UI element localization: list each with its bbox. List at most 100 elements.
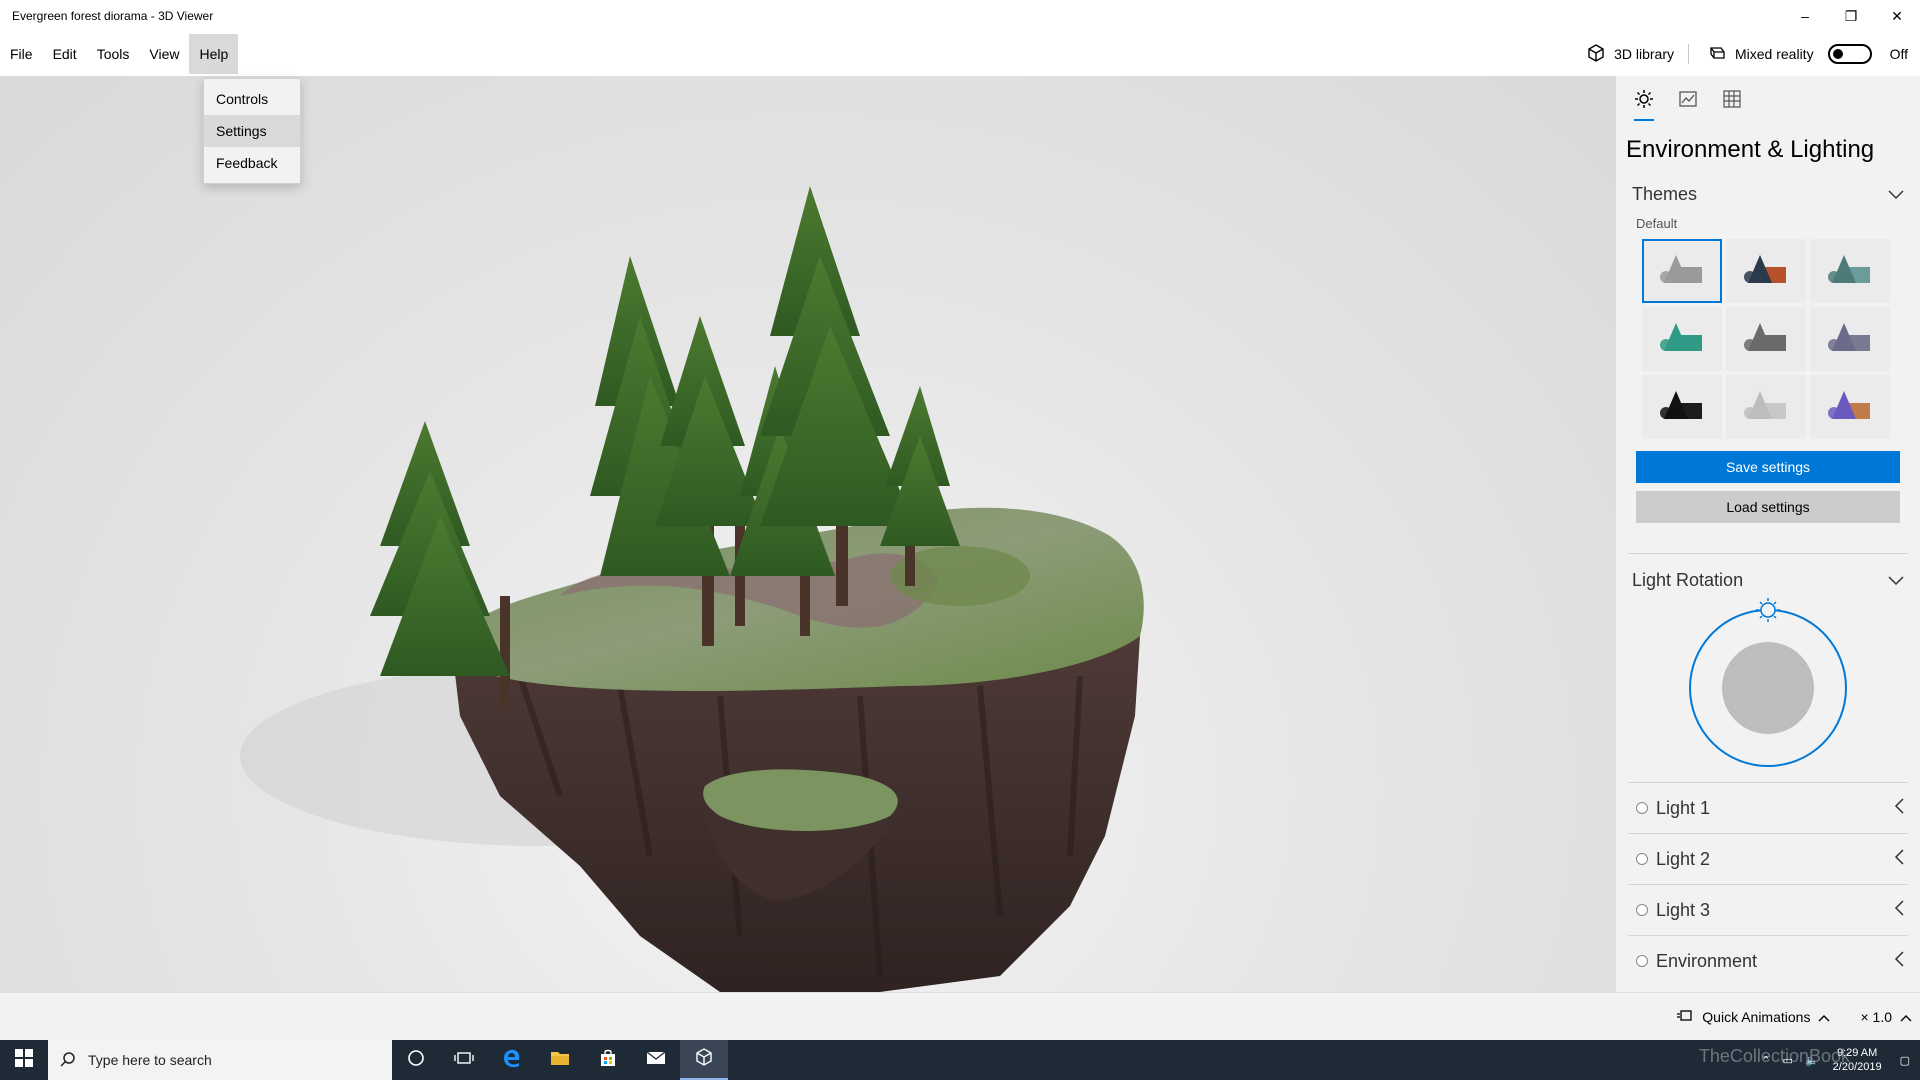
- stats-icon: [1678, 89, 1698, 114]
- system-tray: TheCollectionBook ⌃ ▭ 🔈 9:29 AM 2/20/201…: [1699, 1040, 1920, 1080]
- theme-preview-icon: [1660, 255, 1702, 283]
- header-right: 3D library Mixed reality Off: [1572, 32, 1920, 76]
- menu-edit[interactable]: Edit: [43, 34, 87, 74]
- diorama-scene: [240, 186, 1144, 992]
- mail-icon: [646, 1050, 666, 1071]
- save-settings-button[interactable]: Save settings: [1636, 451, 1900, 483]
- light-2-label: Light 2: [1656, 848, 1711, 869]
- taskbar: Type here to search TheCollectionBook ⌃ …: [0, 1040, 1920, 1080]
- chevron-left-icon: [1894, 950, 1904, 972]
- menu-help[interactable]: Help: [189, 34, 239, 74]
- chevron-up-icon[interactable]: [1900, 1009, 1912, 1025]
- taskbar-search[interactable]: Type here to search: [48, 1040, 392, 1080]
- light-3-row[interactable]: Light 3: [1616, 885, 1920, 935]
- light-2-radio[interactable]: [1636, 853, 1648, 865]
- store-button[interactable]: [584, 1040, 632, 1080]
- chevron-up-icon[interactable]: [1818, 1009, 1830, 1025]
- load-settings-button[interactable]: Load settings: [1636, 491, 1900, 523]
- theme-preview-icon: [1744, 323, 1786, 351]
- menu-feedback[interactable]: Feedback: [204, 147, 300, 179]
- light-rotation-heading: Light Rotation: [1632, 569, 1744, 590]
- theme-swatch[interactable]: [1810, 375, 1890, 439]
- window-title: Evergreen forest diorama - 3D Viewer: [12, 9, 214, 23]
- notification-icon[interactable]: ▢: [1890, 1054, 1920, 1067]
- window-controls: – ❐ ✕: [1782, 0, 1920, 32]
- windows-icon: [15, 1048, 33, 1072]
- environment-radio[interactable]: [1636, 955, 1648, 967]
- theme-swatch[interactable]: [1642, 375, 1722, 439]
- edge-icon: [502, 1048, 522, 1073]
- theme-swatch[interactable]: [1642, 307, 1722, 371]
- watermark: TheCollectionBook: [1698, 1046, 1850, 1066]
- restore-button[interactable]: ❐: [1828, 0, 1874, 32]
- theme-swatch[interactable]: [1810, 307, 1890, 371]
- tab-stats[interactable]: [1672, 79, 1704, 123]
- chevron-left-icon: [1894, 899, 1904, 921]
- theme-swatch[interactable]: [1726, 375, 1806, 439]
- light-1-radio[interactable]: [1636, 802, 1648, 814]
- theme-preview-icon: [1660, 323, 1702, 351]
- menu-file[interactable]: File: [0, 34, 43, 74]
- chevron-left-icon: [1894, 848, 1904, 870]
- themes-heading: Themes: [1632, 183, 1698, 204]
- theme-preview-icon: [1828, 255, 1870, 283]
- folder-icon: [550, 1049, 570, 1072]
- 3d-library-button[interactable]: 3D library: [1572, 32, 1688, 76]
- zoom-level[interactable]: × 1.0: [1860, 1009, 1892, 1025]
- start-button[interactable]: [0, 1040, 48, 1080]
- mail-button[interactable]: [632, 1040, 680, 1080]
- theme-swatch[interactable]: [1726, 239, 1806, 303]
- theme-swatch[interactable]: [1810, 239, 1890, 303]
- light-rotation-header[interactable]: Light Rotation: [1616, 562, 1920, 598]
- mixed-reality-icon: [1707, 43, 1727, 66]
- tab-lighting[interactable]: [1628, 79, 1660, 123]
- toggle-knob: [1832, 49, 1843, 59]
- file-explorer-button[interactable]: [536, 1040, 584, 1080]
- environment-label: Environment: [1656, 950, 1758, 971]
- mixed-reality-toggle[interactable]: [1827, 44, 1872, 64]
- environment-row[interactable]: Environment: [1616, 936, 1920, 986]
- light-rotation-dial[interactable]: [1616, 598, 1920, 768]
- status-right: Quick Animations × 1.0: [1676, 993, 1912, 1041]
- edge-button[interactable]: [488, 1040, 536, 1080]
- minimize-button[interactable]: –: [1782, 0, 1828, 32]
- search-placeholder: Type here to search: [88, 1052, 212, 1068]
- grid-icon: [1722, 89, 1742, 114]
- theme-preview-icon: [1744, 255, 1786, 283]
- store-icon: [598, 1048, 618, 1073]
- light-2-row[interactable]: Light 2: [1616, 834, 1920, 884]
- sun-icon: [1634, 89, 1654, 114]
- mixed-reality-label: Mixed reality: [1734, 46, 1814, 62]
- light-3-label: Light 3: [1656, 899, 1711, 920]
- themes-header[interactable]: Themes: [1616, 176, 1920, 212]
- light-3-radio[interactable]: [1636, 904, 1648, 916]
- 3d-library-label: 3D library: [1614, 46, 1674, 62]
- light-1-row[interactable]: Light 1: [1616, 783, 1920, 833]
- close-button[interactable]: ✕: [1874, 0, 1920, 32]
- theme-preview-icon: [1828, 391, 1870, 419]
- 3d-viewer-taskbar-button[interactable]: [680, 1040, 728, 1080]
- tab-grid[interactable]: [1716, 79, 1748, 123]
- theme-default-label: Default: [1636, 216, 1678, 231]
- quick-animations-button[interactable]: Quick Animations: [1702, 1009, 1810, 1025]
- light-1-label: Light 1: [1656, 797, 1711, 818]
- menu-view[interactable]: View: [139, 34, 189, 74]
- panel-title: Environment & Lighting: [1626, 136, 1875, 163]
- panel-tabs: [1616, 76, 1920, 126]
- 3d-viewport[interactable]: [0, 76, 1616, 992]
- menu-tools[interactable]: Tools: [87, 34, 140, 74]
- mixed-reality-group: Mixed reality Off: [1689, 43, 1920, 66]
- cortana-button[interactable]: [392, 1040, 440, 1080]
- theme-swatch[interactable]: [1642, 239, 1722, 303]
- cube-icon: [694, 1047, 714, 1072]
- search-icon: [60, 1051, 76, 1070]
- theme-preview-icon: [1744, 391, 1786, 419]
- environment-panel: Environment & Lighting Themes Default Sa…: [1616, 76, 1920, 992]
- panel-divider: [1628, 553, 1908, 554]
- theme-swatch[interactable]: [1726, 307, 1806, 371]
- menu-controls[interactable]: Controls: [204, 83, 300, 115]
- chevron-left-icon: [1894, 797, 1904, 819]
- menu-settings[interactable]: Settings: [204, 115, 300, 147]
- task-view-button[interactable]: [440, 1040, 488, 1080]
- cube-icon: [1586, 43, 1606, 66]
